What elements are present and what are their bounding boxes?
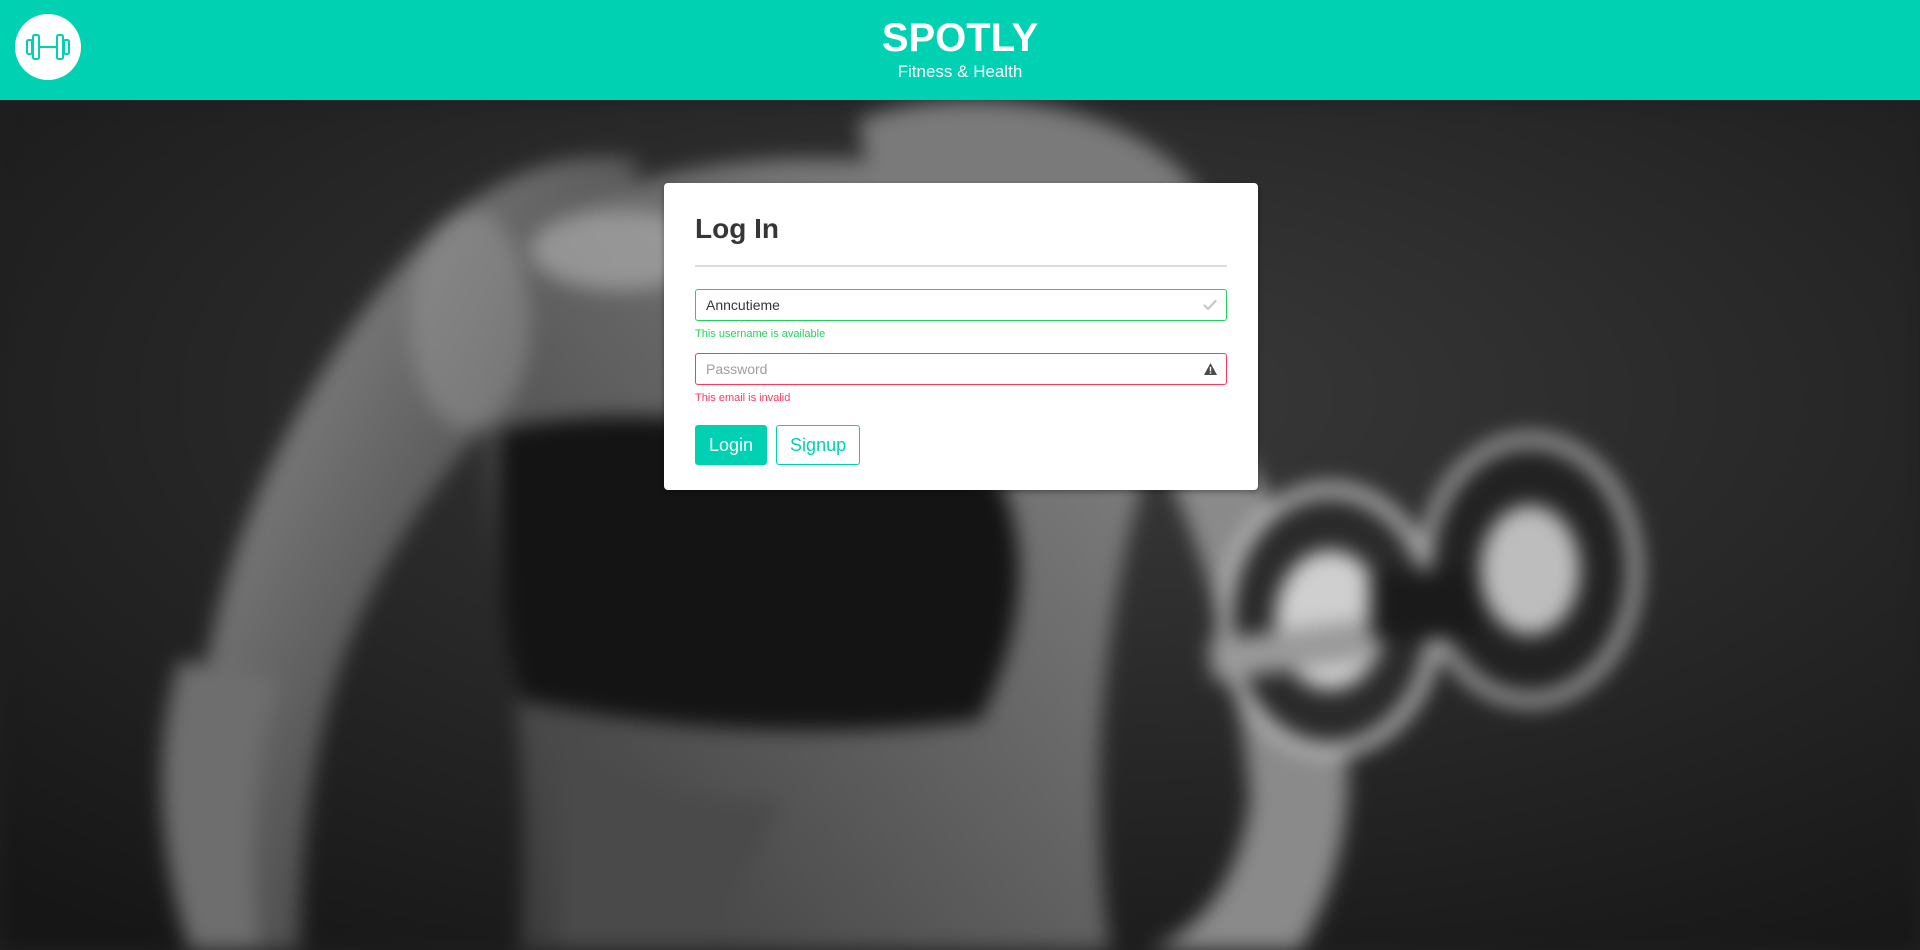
- top-navbar: SPOTLY Fitness & Health: [0, 0, 1920, 100]
- password-input[interactable]: [695, 353, 1227, 385]
- site-subtitle: Fitness & Health: [897, 62, 1023, 81]
- brand: SPOTLY Fitness & Health: [0, 0, 1920, 100]
- warning-triangle-icon: [1202, 361, 1218, 377]
- logo-badge[interactable]: [15, 14, 81, 80]
- check-icon: [1202, 297, 1218, 313]
- login-title: Log In: [695, 213, 779, 244]
- password-field: [695, 353, 1227, 385]
- login-button[interactable]: Login: [695, 425, 768, 465]
- password-help-text: This email is invalid: [695, 392, 791, 404]
- title-divider: [695, 265, 1227, 267]
- username-input[interactable]: [695, 289, 1227, 321]
- form-actions: Login Signup: [695, 425, 1227, 465]
- site-title: SPOTLY: [881, 16, 1039, 60]
- dumbbell-icon: [26, 34, 70, 60]
- login-card: Log In This username is available This e…: [664, 183, 1258, 490]
- username-help-text: This username is available: [695, 328, 826, 340]
- username-field: [695, 289, 1227, 321]
- signup-button[interactable]: Signup: [776, 425, 861, 465]
